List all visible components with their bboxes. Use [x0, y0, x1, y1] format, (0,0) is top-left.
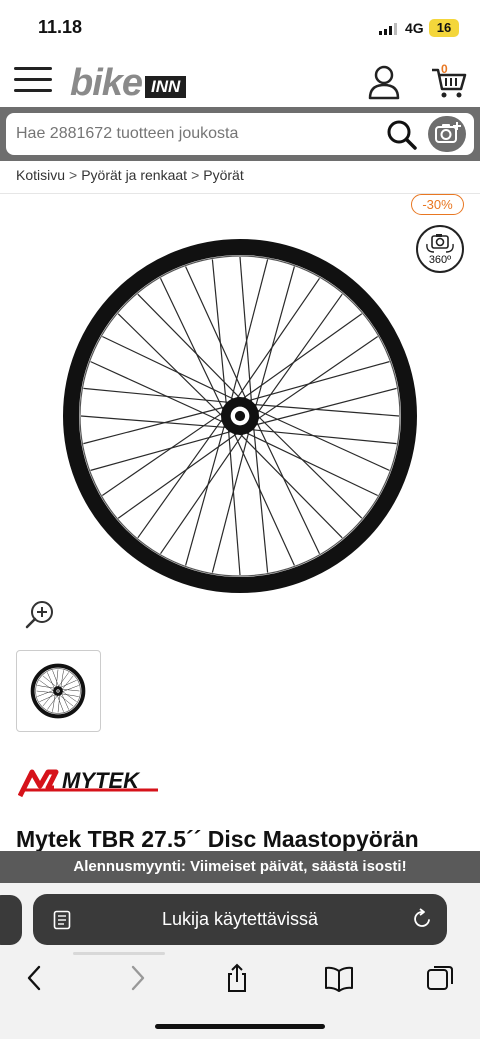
breadcrumb-home[interactable]: Kotisivu — [16, 167, 65, 183]
bookmarks-icon[interactable] — [324, 963, 354, 993]
brand-logo[interactable]: MYTEK — [18, 766, 164, 800]
search-icon[interactable] — [386, 119, 418, 151]
breadcrumb-current[interactable]: Pyörät — [203, 167, 243, 183]
network-label: 4G — [405, 20, 424, 36]
product-thumbnail[interactable] — [16, 650, 101, 732]
breadcrumb: Kotisivu > Pyörät ja renkaat > Pyörät — [16, 167, 244, 183]
share-icon[interactable] — [222, 963, 252, 993]
status-bar: 11.18 4G 16 — [0, 0, 480, 56]
breadcrumb-separator-icon: > — [69, 167, 78, 183]
camera-plus-icon — [435, 122, 461, 143]
address-text: Lukija käytettävissä — [161, 909, 319, 929]
promo-banner[interactable]: Alennusmyynti: Viimeiset päivät, säästä … — [0, 851, 480, 883]
brand-text: MYTEK — [62, 768, 141, 793]
status-time: 11.18 — [38, 17, 83, 37]
user-icon[interactable] — [366, 64, 402, 100]
address-bar[interactable]: Lukija käytettävissä — [33, 894, 447, 955]
site-header: bike INN — [0, 56, 480, 108]
site-logo[interactable]: bike INN — [70, 62, 187, 104]
back-icon[interactable] — [20, 963, 50, 993]
search-bar — [0, 107, 480, 161]
search-box — [6, 113, 474, 155]
logo-inn: INN — [145, 76, 187, 98]
signal-icon — [379, 23, 397, 35]
discount-badge: -30% — [411, 194, 464, 215]
divider — [0, 193, 480, 194]
cart-count: 0 — [441, 62, 448, 76]
previous-tab-preview[interactable] — [0, 895, 22, 945]
view-360-label: 360º — [428, 254, 452, 266]
reload-icon[interactable] — [411, 908, 433, 930]
battery-indicator: 16 — [429, 19, 459, 37]
search-input[interactable] — [16, 113, 376, 155]
view-360-button[interactable]: 360º — [416, 225, 464, 273]
breadcrumb-category[interactable]: Pyörät ja renkaat — [81, 167, 187, 183]
logo-bike: bike — [70, 62, 143, 104]
page-load-progress — [73, 952, 165, 955]
cart-icon[interactable] — [430, 64, 468, 100]
browser-toolbar: Lukija käytettävissä — [0, 883, 480, 1039]
product-title: Mytek TBR 27.5´´ Disc Maastopyörän — [16, 826, 419, 852]
camera-search-button[interactable] — [428, 116, 466, 152]
breadcrumb-separator-icon: > — [191, 167, 200, 183]
menu-icon[interactable] — [14, 67, 52, 97]
tabs-icon[interactable] — [426, 963, 456, 993]
zoom-in-icon[interactable] — [24, 598, 56, 630]
thumbnail-image — [30, 663, 86, 719]
forward-icon[interactable] — [122, 963, 152, 993]
safari-nav-toolbar — [0, 959, 480, 999]
product-image[interactable] — [60, 236, 420, 596]
home-indicator — [155, 1024, 325, 1029]
